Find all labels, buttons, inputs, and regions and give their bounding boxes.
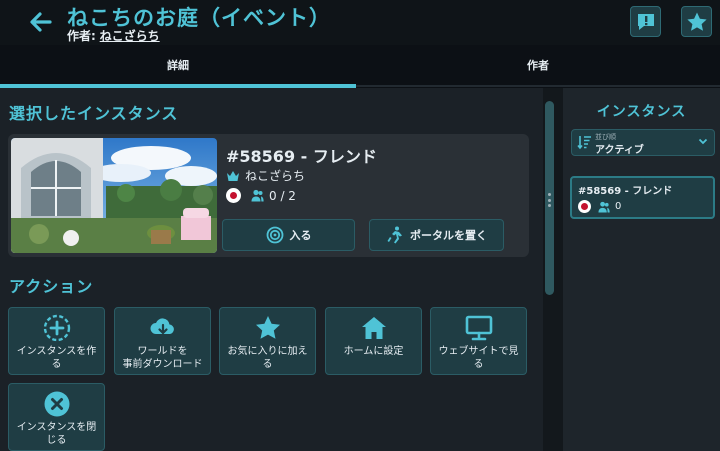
star-icon (255, 316, 280, 339)
plus-circle-icon (43, 314, 70, 342)
instances-heading: インスタンス (596, 104, 687, 120)
instance-meta: 0 / 2 (226, 188, 296, 203)
predownload-world-label: ワールドを 事前ダウンロード (122, 346, 203, 370)
close-instance-label: インスタンスを閉 じる (16, 422, 97, 446)
set-home-label: ホームに設定 (343, 346, 404, 357)
tab-author[interactable]: 作者 (356, 45, 720, 85)
author-line: 作者: ねこざらち (67, 27, 160, 44)
instance-list-item[interactable]: #58569 - フレンド 0 (570, 176, 715, 219)
instance-name: #58569 - フレンド (226, 147, 377, 166)
tab-divider (356, 85, 720, 87)
selected-instance-heading: 選択したインスタンス (9, 104, 179, 123)
close-instance-button[interactable]: インスタンスを閉 じる (8, 383, 105, 451)
portal-swirl-icon (266, 226, 283, 244)
users-icon (251, 189, 264, 202)
add-favorite-label: お気に入りに加え る (227, 346, 308, 370)
japan-flag-icon (226, 188, 241, 203)
close-circle-icon (44, 391, 69, 417)
actions-heading: アクション (9, 277, 94, 296)
sort-icon (577, 136, 591, 150)
join-button[interactable]: 入る (222, 219, 355, 251)
running-person-icon (387, 226, 402, 244)
player-count-value: 0 / 2 (269, 188, 296, 203)
author-link[interactable]: ねこざらち (100, 29, 160, 43)
view-website-button[interactable]: ウェブサイトで見 る (430, 307, 527, 375)
panel-resize-handle[interactable] (546, 193, 552, 207)
favorite-button[interactable] (681, 6, 712, 37)
world-thumbnail (11, 138, 217, 253)
star-icon (686, 12, 707, 31)
instance-list-meta: 0 (578, 200, 621, 213)
player-count: 0 / 2 (251, 189, 296, 203)
set-home-button[interactable]: ホームに設定 (325, 307, 422, 375)
back-arrow-icon[interactable] (26, 8, 54, 36)
cloud-download-icon (150, 318, 174, 335)
home-icon (361, 317, 386, 339)
tab-details[interactable]: 詳細 (0, 45, 356, 85)
instance-list-players: 0 (598, 201, 621, 213)
users-icon (598, 201, 610, 213)
sort-dropdown[interactable]: 並び順 アクティブ (571, 129, 715, 156)
monitor-icon (465, 315, 492, 341)
author-label: 作者: (67, 29, 96, 43)
report-icon (637, 13, 654, 30)
instance-list-name: #58569 - フレンド (578, 186, 673, 197)
create-instance-label: インスタンスを作 る (16, 346, 97, 370)
owner-name: ねこざらち (245, 169, 306, 183)
japan-flag-icon (578, 200, 591, 213)
sort-value: アクティブ (595, 145, 644, 156)
place-portal-button[interactable]: ポータルを置く (369, 219, 504, 251)
add-favorite-button[interactable]: お気に入りに加え る (219, 307, 316, 375)
instance-owner: ねこざらち (226, 167, 305, 184)
place-portal-label: ポータルを置く (410, 229, 487, 242)
create-instance-button[interactable]: インスタンスを作 る (8, 307, 105, 375)
predownload-world-button[interactable]: ワールドを 事前ダウンロード (114, 307, 211, 375)
instance-list-players-value: 0 (615, 201, 622, 212)
crown-icon (227, 170, 239, 181)
join-label: 入る (289, 229, 312, 242)
view-website-label: ウェブサイトで見 る (438, 346, 519, 370)
chevron-down-icon (698, 138, 708, 145)
tab-bar: 詳細 作者 (0, 45, 720, 88)
top-bar: ねこちのお庭（イベント） 作者: ねこざらち (0, 0, 720, 45)
report-button[interactable] (630, 6, 661, 37)
